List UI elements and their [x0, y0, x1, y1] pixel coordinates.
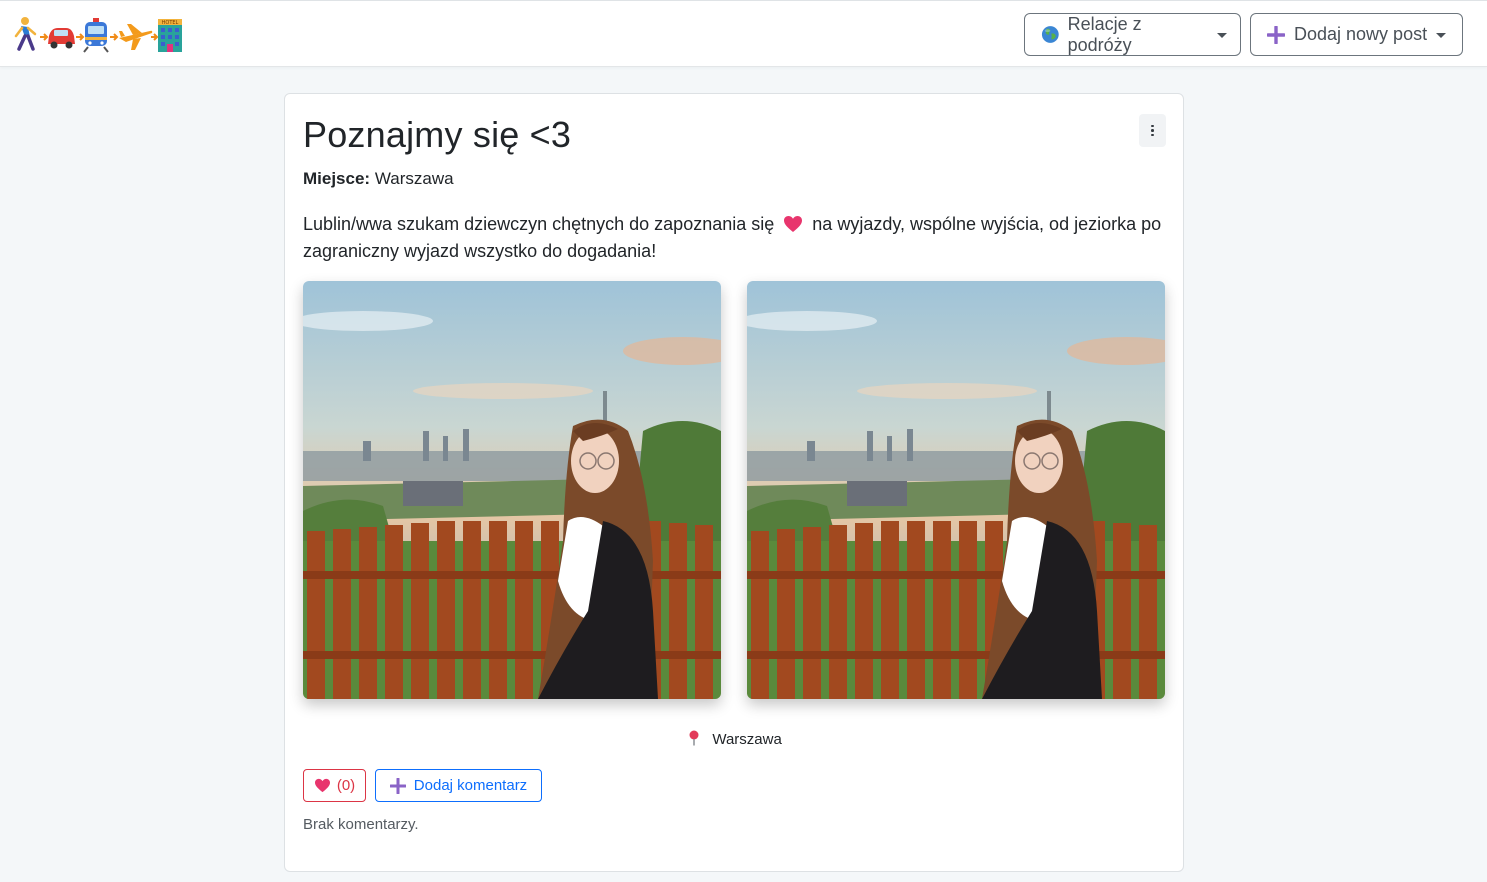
like-count: (0) [336, 777, 356, 794]
person-walking-icon [14, 17, 49, 51]
post-options-button[interactable] [1139, 114, 1166, 147]
add-post-label: Dodaj nowy post [1294, 24, 1428, 44]
place-value: Warszawa [374, 169, 454, 188]
post-place: Miejsce: Warszawa [303, 169, 454, 189]
pin-icon [689, 730, 699, 746]
post-photo[interactable] [303, 281, 721, 699]
post-title: Poznajmy się <3 [303, 114, 572, 155]
chevron-down-icon [1217, 33, 1227, 38]
photo-image [303, 281, 721, 699]
add-comment-button[interactable]: Dodaj komentarz [375, 769, 542, 802]
no-comments-text: Brak komentarzy. [303, 816, 419, 833]
hotel-icon: HOTEL [158, 19, 182, 52]
kebab-dot [1151, 124, 1154, 128]
travel-reports-dropdown[interactable]: Relacje z podróży [1024, 13, 1241, 56]
description-part-1: Lublin/wwa szukam dziewczyn chętnych do … [303, 214, 775, 234]
photo-location: Warszawa [285, 730, 1185, 748]
post-photo[interactable] [747, 281, 1165, 699]
add-post-dropdown[interactable]: Dodaj nowy post [1250, 13, 1463, 56]
brand-logo[interactable]: HOTEL [12, 16, 184, 54]
svg-text:HOTEL: HOTEL [162, 20, 179, 26]
travel-reports-label: Relacje z podróży [1067, 13, 1142, 55]
heart-icon [784, 216, 803, 232]
navbar: HOTEL Relacje z podróży Dodaj nowy post [0, 0, 1487, 67]
heart-icon [314, 778, 330, 793]
photo-image [747, 281, 1165, 699]
post-card: Poznajmy się <3 Miejsce: Warszawa Lublin… [284, 93, 1184, 872]
kebab-dot [1151, 133, 1154, 137]
globe-icon [1041, 26, 1059, 43]
train-icon [83, 18, 119, 53]
plus-icon [389, 777, 406, 794]
chevron-down-icon [1436, 33, 1447, 38]
car-icon [48, 28, 85, 49]
location-text: Warszawa [712, 731, 782, 748]
place-label: Miejsce: [303, 169, 371, 188]
like-button[interactable]: (0) [303, 769, 366, 802]
airplane-icon [119, 24, 159, 50]
add-comment-label: Dodaj komentarz [413, 777, 528, 794]
plus-icon [1267, 25, 1285, 44]
kebab-dot [1151, 129, 1154, 132]
post-description: Lublin/wwa szukam dziewczyn chętnych do … [303, 211, 1163, 265]
